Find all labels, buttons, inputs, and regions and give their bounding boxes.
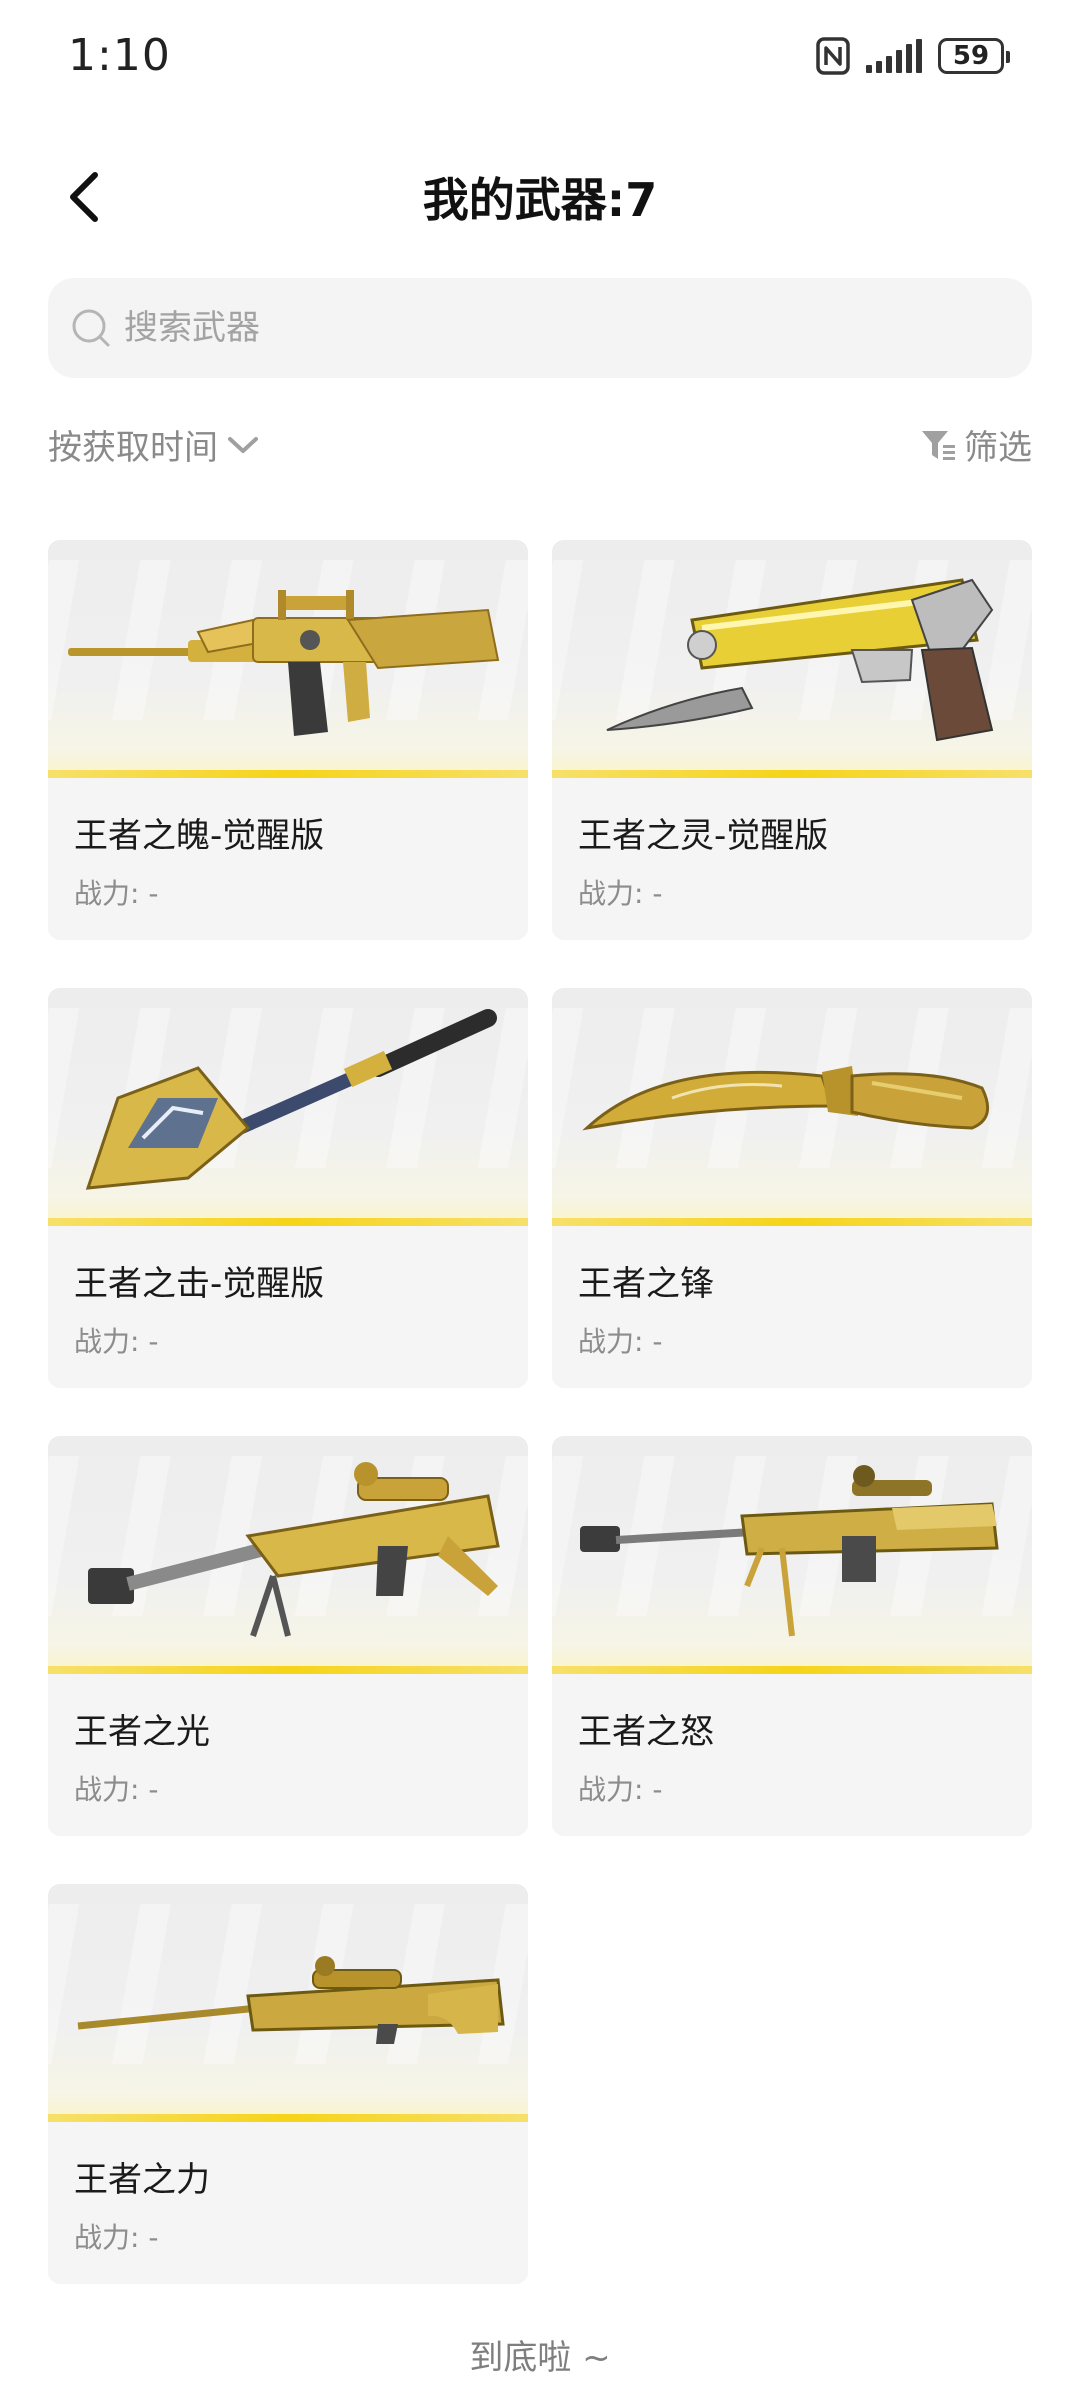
rarity-bar — [48, 1666, 528, 1674]
weapon-image — [48, 1884, 528, 2122]
search-icon — [72, 309, 110, 347]
status-icons: 59 — [816, 34, 1010, 78]
weapon-power: 战力: - — [74, 1773, 159, 1806]
search-box[interactable] — [48, 278, 1032, 378]
header: 我的武器:7 — [0, 140, 1080, 250]
rarity-bar — [552, 770, 1032, 778]
weapon-card[interactable]: 王者之魄-觉醒版 战力: - — [48, 540, 528, 940]
gold-assault-rifle-art — [68, 590, 500, 736]
weapon-power: 战力: - — [578, 1325, 663, 1358]
filter-icon — [922, 430, 955, 460]
signal-icon — [866, 39, 922, 73]
weapon-name: 王者之怒 — [578, 1712, 714, 1752]
weapon-name: 王者之魄-觉醒版 — [74, 816, 325, 856]
page-title: 我的武器:7 — [422, 173, 658, 227]
sort-dropdown[interactable]: 按获取时间 — [48, 420, 260, 469]
weapon-card[interactable]: 王者之击-觉醒版 战力: - — [48, 988, 528, 1388]
gold-shovel-art — [85, 1009, 497, 1190]
weapon-image — [552, 540, 1032, 778]
weapon-card[interactable]: 王者之力 战力: - — [48, 1884, 528, 2284]
rarity-bar — [48, 2114, 528, 2122]
gold-heavy-sniper-art — [88, 1462, 500, 1637]
status-bar: 1:10 59 — [0, 0, 1080, 112]
search-input[interactable] — [124, 308, 1032, 348]
weapon-name: 王者之光 — [74, 1712, 210, 1752]
weapon-power: 战力: - — [74, 2221, 159, 2254]
chevron-down-icon — [228, 436, 258, 453]
filter-label: 筛选 — [964, 428, 1032, 468]
weapon-power: 战力: - — [74, 877, 159, 910]
end-of-list-text: 到底啦 ~ — [469, 2338, 611, 2378]
weapon-power: 战力: - — [578, 1773, 663, 1806]
weapon-image — [48, 988, 528, 1226]
weapon-name: 王者之击-觉醒版 — [74, 1264, 325, 1304]
weapon-image — [552, 988, 1032, 1226]
weapon-grid: 王者之魄-觉醒版 战力: - 王者之灵-觉醒版 战力: - 王者之击-觉醒版 战… — [48, 540, 1032, 2284]
weapon-name: 王者之力 — [74, 2160, 210, 2200]
battery-icon: 59 — [938, 38, 1010, 74]
weapon-image — [48, 540, 528, 778]
weapon-name: 王者之锋 — [578, 1264, 714, 1304]
gold-pistol-art — [606, 578, 994, 742]
status-time: 1:10 — [68, 30, 171, 81]
weapon-power: 战力: - — [578, 877, 663, 910]
weapon-power: 战力: - — [74, 1325, 159, 1358]
gold-anti-materiel-rifle-art — [580, 1465, 999, 1637]
rarity-bar — [48, 770, 528, 778]
weapon-card[interactable]: 王者之怒 战力: - — [552, 1436, 1032, 1836]
filter-row: 按获取时间 筛选 — [48, 420, 1032, 480]
sort-label: 按获取时间 — [48, 428, 218, 468]
battery-level: 59 — [952, 41, 990, 71]
filter-button[interactable]: 筛选 — [920, 420, 1032, 469]
rarity-bar — [552, 1666, 1032, 1674]
rarity-bar — [552, 1218, 1032, 1226]
rarity-bar — [48, 1218, 528, 1226]
gold-kukri-knife-art — [582, 1066, 990, 1131]
weapon-card[interactable]: 王者之光 战力: - — [48, 1436, 528, 1836]
weapon-card[interactable]: 王者之锋 战力: - — [552, 988, 1032, 1388]
weapon-image — [552, 1436, 1032, 1674]
weapons-page: 1:10 59 我的武器:7 搜索武器 按获取时间 筛选 王者之魄-觉醒版 战力… — [0, 0, 1080, 2403]
weapon-name: 王者之灵-觉醒版 — [578, 816, 829, 856]
weapon-image — [48, 1436, 528, 1674]
nfc-icon — [816, 37, 850, 75]
weapon-card[interactable]: 王者之灵-觉醒版 战力: - — [552, 540, 1032, 940]
gold-sniper-rifle-art — [77, 1956, 505, 2044]
